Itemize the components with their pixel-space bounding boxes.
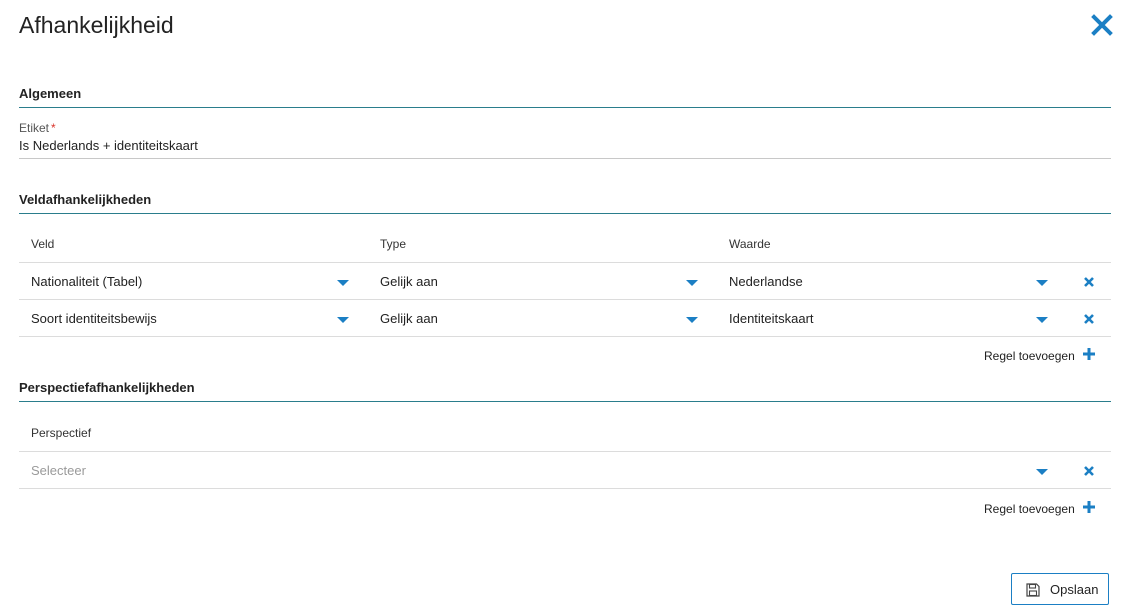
section-heading-field-dependencies: Veldafhankelijkheden [19, 192, 1111, 214]
delete-row-icon[interactable] [1083, 465, 1095, 477]
section-heading-perspective-dependencies: Perspectiefafhankelijkheden [19, 380, 1111, 402]
row-divider [19, 336, 1111, 337]
column-header-perspective: Perspectief [31, 426, 92, 440]
column-header-value: Waarde [729, 237, 771, 251]
chevron-down-icon[interactable] [337, 317, 349, 323]
save-button-label: Opslaan [1050, 582, 1099, 597]
save-button[interactable]: Opslaan [1011, 573, 1109, 605]
perspective-select[interactable]: Selecteer [31, 463, 86, 478]
value-select[interactable]: Nederlandse [729, 274, 803, 289]
field-select[interactable]: Soort identiteitsbewijs [31, 311, 157, 326]
plus-icon[interactable] [1083, 501, 1095, 513]
chevron-down-icon[interactable] [1036, 469, 1048, 475]
type-select[interactable]: Gelijk aan [380, 274, 438, 289]
chevron-down-icon[interactable] [337, 280, 349, 286]
delete-row-icon[interactable] [1083, 276, 1095, 288]
chevron-down-icon[interactable] [686, 280, 698, 286]
chevron-down-icon[interactable] [1036, 317, 1048, 323]
row-divider [19, 299, 1111, 300]
close-icon[interactable] [1091, 14, 1113, 36]
chevron-down-icon[interactable] [686, 317, 698, 323]
add-field-rule-link[interactable]: Regel toevoegen [984, 349, 1075, 363]
label-field-input[interactable]: Is Nederlands + identiteitskaart [19, 138, 1111, 159]
label-field-caption-text: Etiket [19, 121, 50, 135]
row-divider [19, 451, 1111, 452]
dialog-title: Afhankelijkheid [19, 12, 174, 38]
section-heading-general: Algemeen [19, 86, 1111, 108]
add-perspective-rule-link[interactable]: Regel toevoegen [984, 502, 1075, 516]
column-header-type: Type [380, 237, 407, 251]
type-select[interactable]: Gelijk aan [380, 311, 438, 326]
chevron-down-icon[interactable] [1036, 280, 1048, 286]
field-select[interactable]: Nationaliteit (Tabel) [31, 274, 142, 289]
row-divider [19, 488, 1111, 489]
value-select[interactable]: Identiteitskaart [729, 311, 814, 326]
plus-icon[interactable] [1083, 348, 1095, 360]
save-icon [1026, 583, 1040, 597]
delete-row-icon[interactable] [1083, 313, 1095, 325]
required-marker: * [51, 121, 56, 135]
row-divider [19, 262, 1111, 263]
label-field-caption: Etiket * [19, 121, 56, 135]
column-header-field: Veld [31, 237, 55, 251]
